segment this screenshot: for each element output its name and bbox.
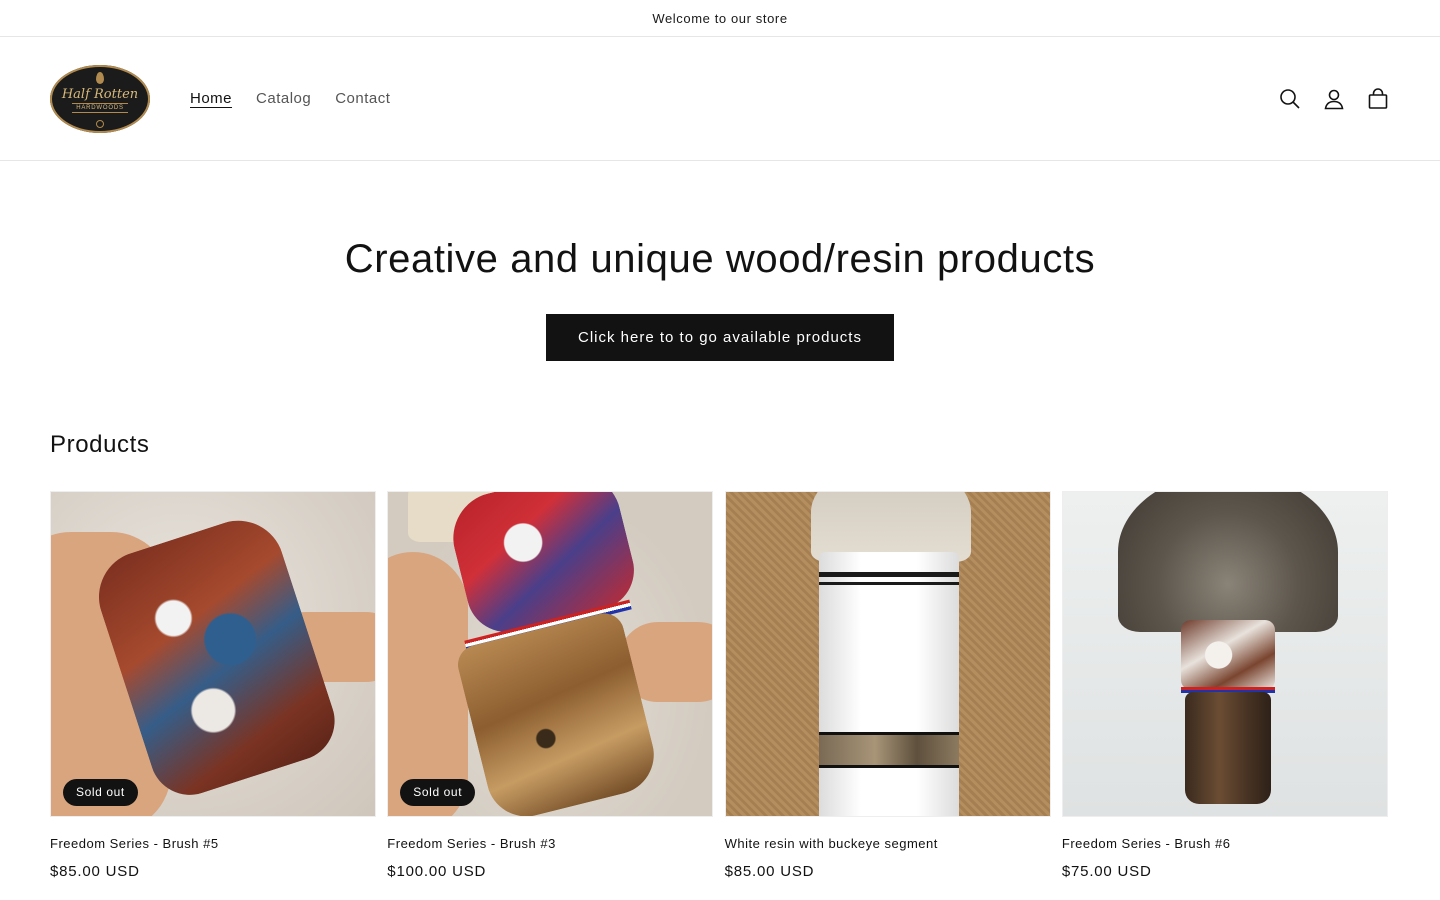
logo-seal-icon — [96, 119, 104, 128]
sold-out-badge: Sold out — [63, 779, 138, 806]
product-card[interactable]: White resin with buckeye segment $85.00 … — [724, 491, 1051, 880]
product-card[interactable]: Sold out Freedom Series - Brush #5 $85.0… — [50, 491, 376, 880]
search-icon[interactable] — [1278, 87, 1302, 111]
product-price: $85.00 USD — [50, 863, 140, 880]
sold-out-badge: Sold out — [400, 779, 476, 806]
product-title[interactable]: White resin with buckeye segment — [725, 836, 1051, 851]
logo-title: Half Rotten — [61, 87, 139, 102]
product-title[interactable]: Freedom Series - Brush #3 — [387, 836, 713, 851]
nav-item-contact[interactable]: Contact — [335, 90, 390, 107]
main-nav: Home Catalog Contact — [190, 90, 390, 107]
products-section: Products Sold out Freedom Series - Brush… — [0, 361, 1440, 880]
store-logo[interactable]: Half Rotten HARDWOODS — [50, 64, 150, 133]
product-image[interactable] — [1061, 491, 1388, 817]
nav-item-home[interactable]: Home — [190, 90, 232, 107]
product-title[interactable]: Freedom Series - Brush #6 — [1062, 836, 1388, 851]
header-icons — [1278, 37, 1390, 160]
product-grid: Sold out Freedom Series - Brush #5 $85.0… — [50, 491, 1390, 880]
cart-icon[interactable] — [1366, 87, 1390, 111]
site-header: Half Rotten HARDWOODS Home Catalog Conta… — [0, 37, 1440, 161]
product-price: $85.00 USD — [724, 863, 815, 880]
products-heading: Products — [50, 431, 150, 458]
announcement-bar: Welcome to our store — [0, 0, 1440, 37]
product-image[interactable]: Sold out — [387, 491, 714, 817]
account-icon[interactable] — [1322, 87, 1346, 111]
hero-title: Creative and unique wood/resin products — [344, 237, 1096, 281]
hero-section: Creative and unique wood/resin products … — [0, 161, 1440, 361]
logo-subtitle: HARDWOODS — [72, 103, 128, 113]
leaf-icon — [96, 71, 104, 84]
product-image[interactable] — [724, 491, 1051, 817]
product-price: $75.00 USD — [1061, 863, 1152, 880]
product-image[interactable]: Sold out — [50, 491, 376, 817]
nav-item-catalog[interactable]: Catalog — [256, 90, 311, 107]
product-card[interactable]: Freedom Series - Brush #6 $75.00 USD — [1061, 491, 1388, 880]
shop-products-button[interactable]: Click here to to go available products — [546, 314, 894, 361]
product-card[interactable]: Sold out Freedom Series - Brush #3 $100.… — [387, 491, 714, 880]
product-price: $100.00 USD — [387, 863, 487, 880]
announcement-text: Welcome to our store — [652, 10, 788, 26]
product-title[interactable]: Freedom Series - Brush #5 — [50, 836, 376, 851]
